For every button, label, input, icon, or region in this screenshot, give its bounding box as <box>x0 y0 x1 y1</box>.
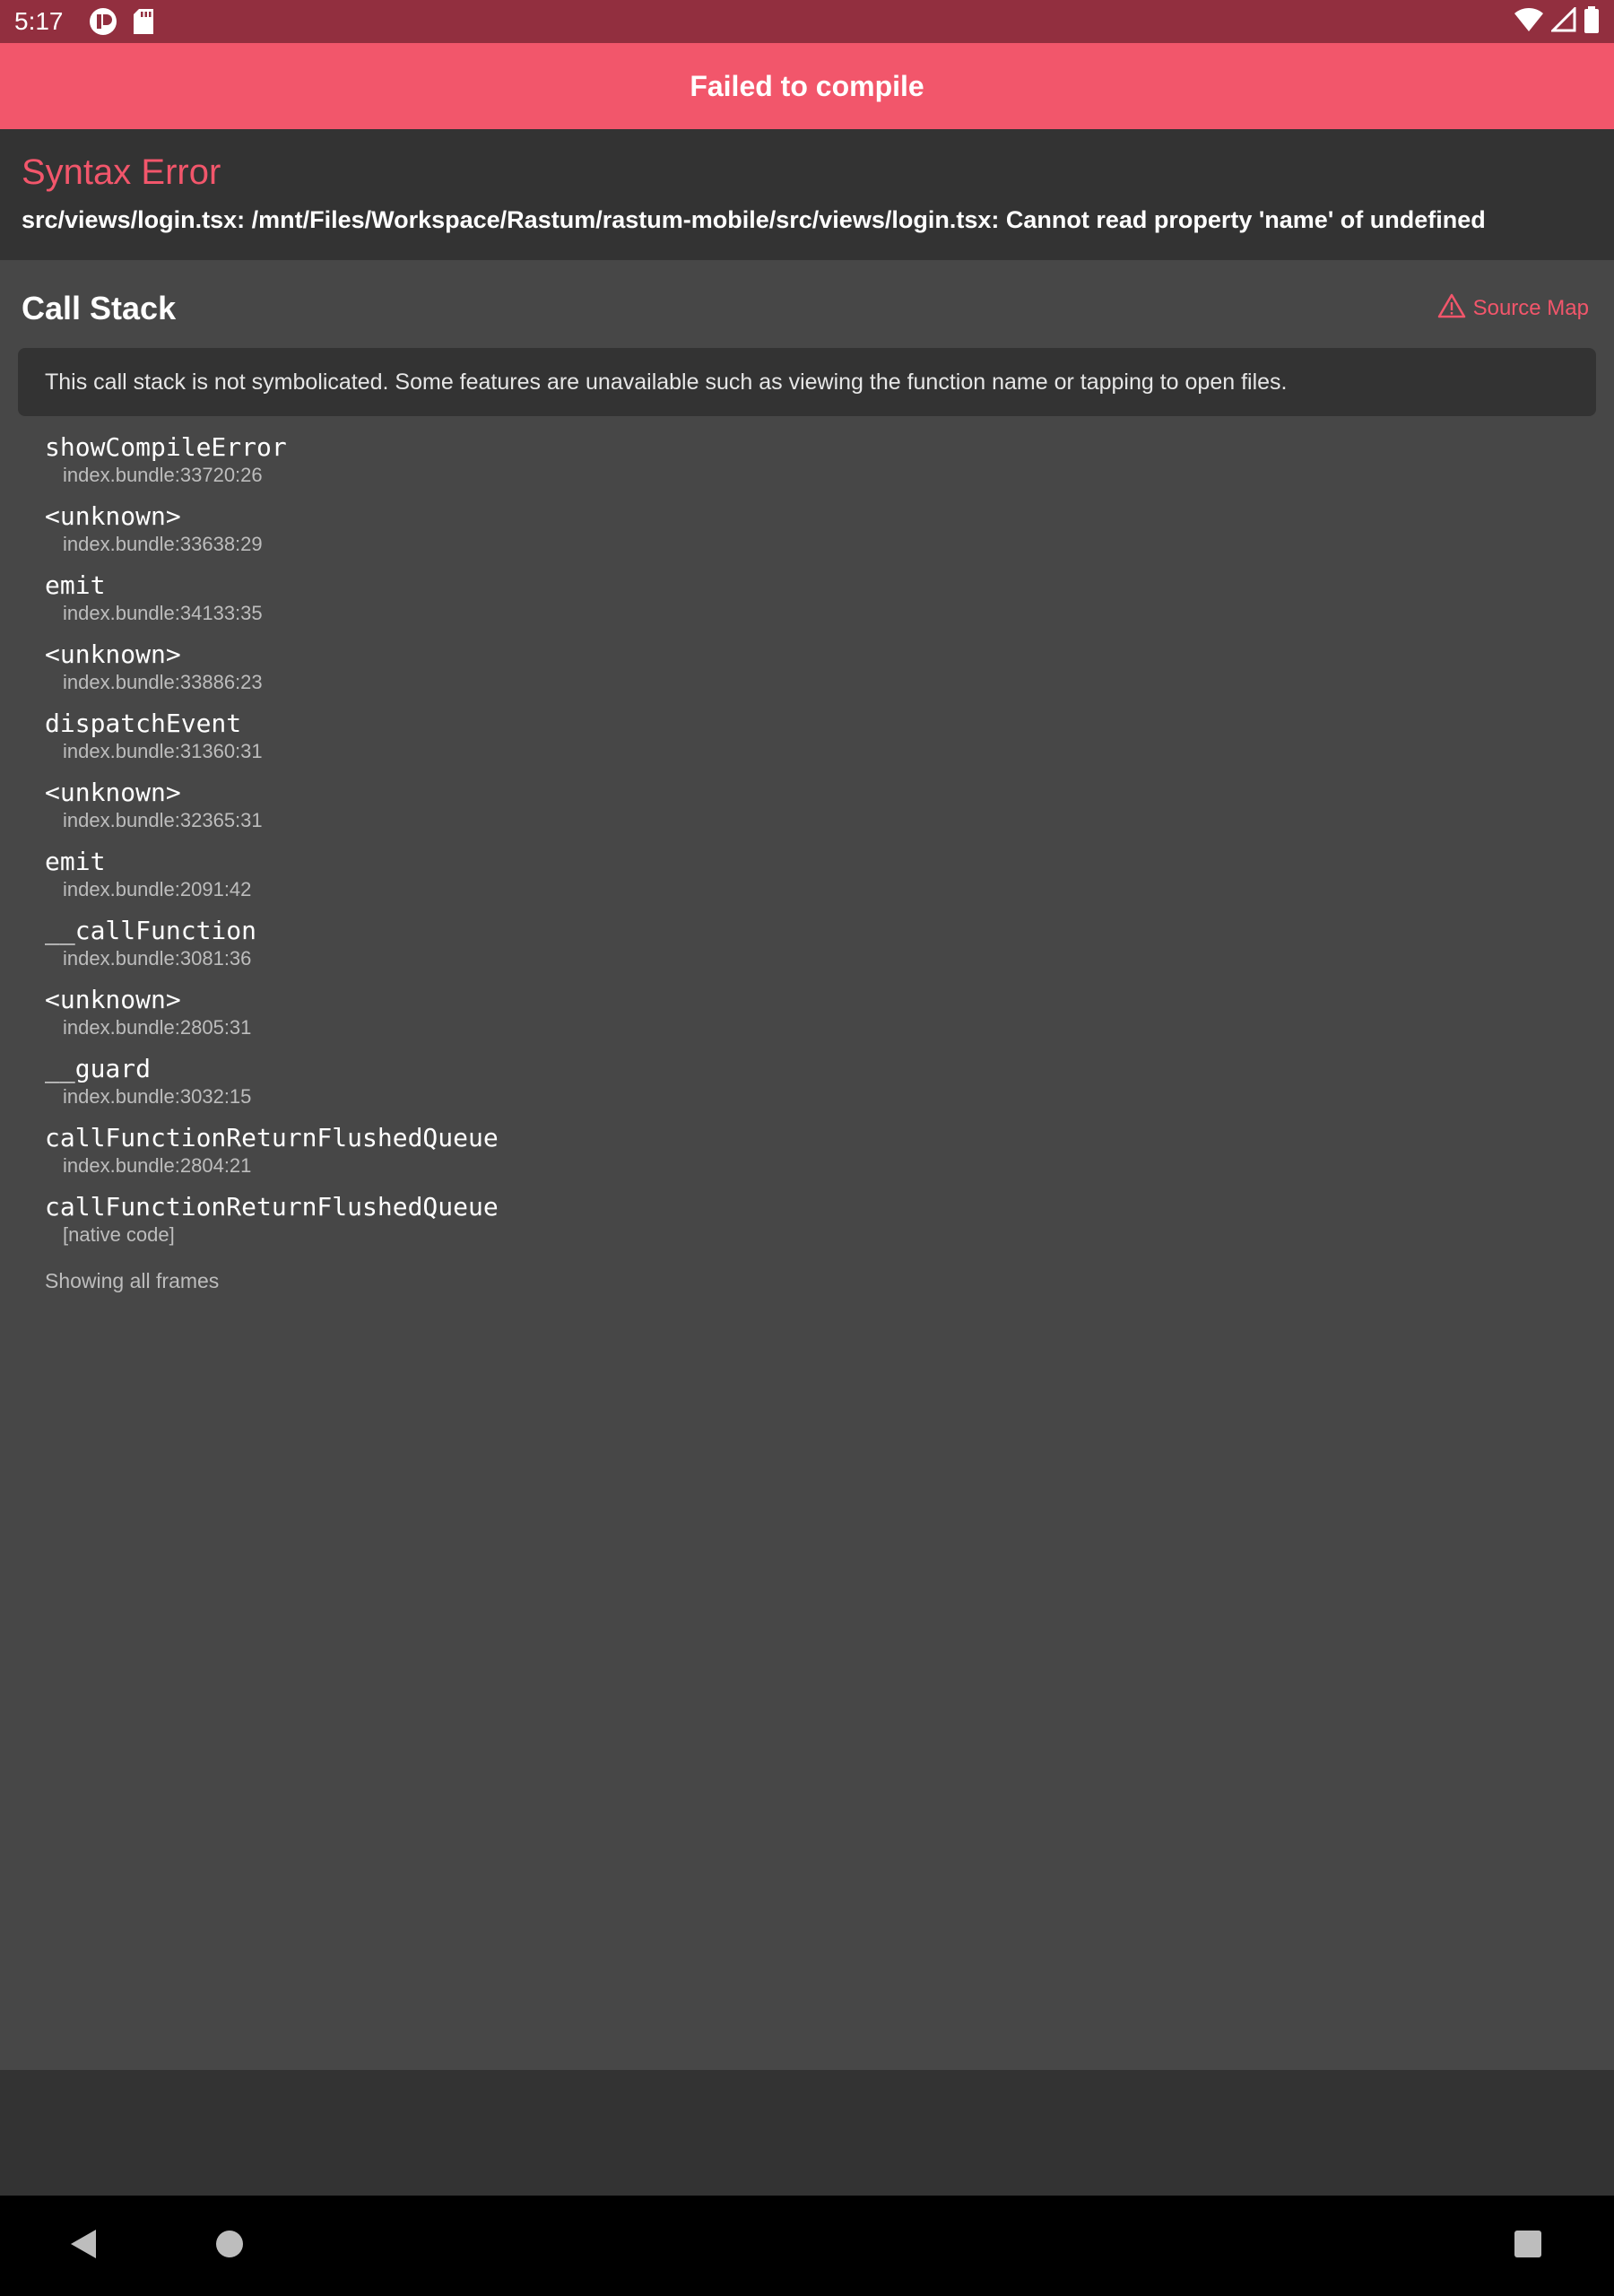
stack-frame[interactable]: <unknown> index.bundle:32365:31 <box>45 776 1569 845</box>
frame-function-name: showCompileError <box>45 432 287 462</box>
frame-location: index.bundle:2091:42 <box>63 878 252 900</box>
battery-icon <box>1584 5 1600 38</box>
frame-function-name: callFunctionReturnFlushedQueue <box>45 1123 499 1152</box>
wifi-icon <box>1514 7 1544 37</box>
notice-text: This call stack is not symbolicated. Som… <box>45 369 1288 395</box>
stack-frame[interactable]: <unknown> index.bundle:2805:31 <box>45 983 1569 1052</box>
navigation-bar <box>0 2196 1614 2296</box>
frame-function-name: <unknown> <box>45 778 181 807</box>
frame-function-name: __callFunction <box>45 916 257 945</box>
frame-function-name: dispatchEvent <box>45 709 242 738</box>
back-icon <box>69 2228 100 2265</box>
frame-location: index.bundle:32365:31 <box>63 809 263 831</box>
error-type: Syntax Error <box>22 152 221 192</box>
frame-location: index.bundle:3081:36 <box>63 947 252 970</box>
call-stack-header: Call Stack Source Map <box>0 285 1614 332</box>
header-title: Failed to compile <box>690 69 924 102</box>
frame-location: index.bundle:2805:31 <box>63 1016 252 1039</box>
stack-frame[interactable]: <unknown> index.bundle:33886:23 <box>45 638 1569 707</box>
frame-function-name: <unknown> <box>45 501 181 531</box>
frame-function-name: <unknown> <box>45 985 181 1014</box>
status-right-icons <box>1514 4 1600 38</box>
recents-button[interactable] <box>1501 2219 1555 2273</box>
source-map-label: Source Map <box>1472 296 1589 320</box>
frame-location: index.bundle:3032:15 <box>63 1085 252 1108</box>
warning-icon <box>1437 293 1466 325</box>
home-icon <box>215 2230 244 2263</box>
stack-frame[interactable]: __guard index.bundle:3032:15 <box>45 1052 1569 1121</box>
symbolication-notice: This call stack is not symbolicated. Som… <box>18 348 1596 416</box>
frame-location: index.bundle:33720:26 <box>63 464 263 486</box>
stack-frame[interactable]: emit index.bundle:2091:42 <box>45 845 1569 914</box>
footer-panel <box>0 2070 1614 2196</box>
app-notification-icon <box>89 7 117 36</box>
stack-frame[interactable]: callFunctionReturnFlushedQueue [native co… <box>45 1190 1569 1259</box>
stack-frame[interactable]: __callFunction index.bundle:3081:36 <box>45 914 1569 983</box>
sd-card-icon <box>132 8 155 35</box>
frame-location: index.bundle:31360:31 <box>63 740 263 762</box>
recents-icon <box>1514 2230 1542 2263</box>
home-button[interactable] <box>203 2219 256 2273</box>
header: Failed to compile <box>0 43 1614 129</box>
stack-frame[interactable]: emit index.bundle:34133:35 <box>45 569 1569 638</box>
frame-function-name: emit <box>45 847 106 876</box>
frame-location: [native code] <box>63 1223 175 1246</box>
frame-function-name: emit <box>45 570 106 600</box>
back-button[interactable] <box>57 2219 111 2273</box>
frame-function-name: __guard <box>45 1054 152 1083</box>
frame-location: index.bundle:2804:21 <box>63 1154 252 1177</box>
frame-location: index.bundle:34133:35 <box>63 602 263 624</box>
screen: 5:17 Failed to compile Syntax Error src/… <box>0 0 1614 2296</box>
error-message: src/views/login.tsx: /mnt/Files/Workspac… <box>22 206 1486 233</box>
stack-frames-list: showCompileError index.bundle:33720:26 <un… <box>45 430 1569 1259</box>
status-time: 5:17 <box>14 7 64 35</box>
showing-all-frames[interactable]: Showing all frames <box>45 1269 219 1293</box>
error-section: Syntax Error src/views/login.tsx: /mnt/F… <box>0 129 1614 260</box>
stack-frame[interactable]: <unknown> index.bundle:33638:29 <box>45 500 1569 569</box>
status-bar: 5:17 <box>0 0 1614 43</box>
call-stack-title: Call Stack <box>22 290 177 326</box>
stack-frame[interactable]: showCompileError index.bundle:33720:26 <box>45 430 1569 500</box>
frame-location: index.bundle:33886:23 <box>63 671 263 693</box>
signal-icon <box>1549 4 1576 37</box>
frame-function-name: callFunctionReturnFlushedQueue <box>45 1192 499 1222</box>
frame-location: index.bundle:33638:29 <box>63 533 263 555</box>
stack-frame[interactable]: callFunctionReturnFlushedQueue index.bund… <box>45 1121 1569 1190</box>
frame-function-name: <unknown> <box>45 639 181 669</box>
source-map-button[interactable]: Source Map <box>1437 293 1589 325</box>
stack-frame[interactable]: dispatchEvent index.bundle:31360:31 <box>45 707 1569 776</box>
